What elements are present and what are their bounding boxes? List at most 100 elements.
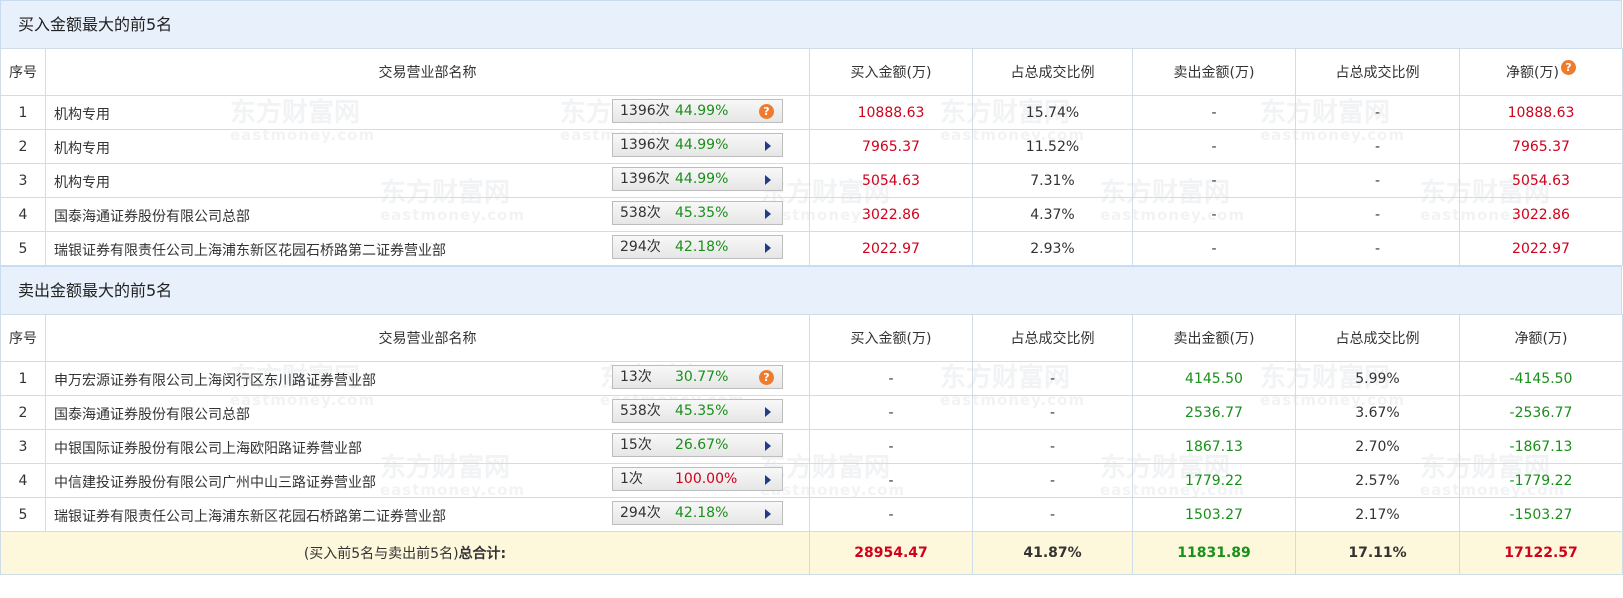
- buy-ratio: 11.52%: [972, 129, 1133, 164]
- sell-header-row: 序号 交易营业部名称 买入金额(万) 占总成交比例 卖出金额(万) 占总成交比例…: [0, 314, 1623, 362]
- broker-stats-box[interactable]: 1次 100.00%: [612, 467, 783, 491]
- broker-name[interactable]: 机构专用: [54, 104, 110, 124]
- arrow-right-icon[interactable]: [765, 441, 771, 451]
- net-amount: -1503.27: [1459, 497, 1623, 532]
- broker-stats-box[interactable]: 1396次 44.99%?: [612, 99, 783, 123]
- net-amount: 10888.63: [1459, 95, 1623, 130]
- broker-name[interactable]: 机构专用: [54, 172, 110, 192]
- table-row: 1 申万宏源证券有限公司上海闵行区东川路证券营业部 13次 30.77%? - -4145…: [0, 361, 1623, 396]
- row-no: 5: [0, 231, 46, 266]
- broker-count: 1396次: [620, 103, 670, 119]
- table-row: 5 瑞银证券有限责任公司上海浦东新区花园石桥路第二证券营业部 294次 42.18% -…: [0, 497, 1623, 532]
- buy-ratio: 7.31%: [972, 163, 1133, 198]
- arrow-right-icon[interactable]: [765, 141, 771, 151]
- buy-ratio: -: [972, 497, 1133, 532]
- total-row: (买入前5名与卖出前5名)总合计: 28954.47 41.87% 11831.…: [0, 531, 1623, 575]
- arrow-right-icon[interactable]: [765, 407, 771, 417]
- table-row: 3 机构专用 1396次 44.99% 5054.63 7.31% - -5054.63: [0, 163, 1623, 198]
- buy-section-title: 买入金额最大的前5名: [0, 0, 1622, 48]
- broker-win-rate: 45.35%: [675, 403, 729, 419]
- broker-cell: 国泰海通证券股份有限公司总部 538次 45.35%: [45, 395, 810, 430]
- buy-ratio: -: [972, 361, 1133, 396]
- broker-win-rate: 44.99%: [675, 103, 729, 119]
- broker-count: 13次: [620, 369, 652, 385]
- table-row: 4 国泰海通证券股份有限公司总部 538次 45.35% 3022.86 4.37% - -3…: [0, 197, 1623, 232]
- header-sell: 卖出金额(万): [1132, 314, 1296, 362]
- net-amount: 7965.37: [1459, 129, 1623, 164]
- broker-count: 15次: [620, 437, 652, 453]
- row-no: 5: [0, 497, 46, 532]
- broker-stats-box[interactable]: 1396次 44.99%: [612, 167, 783, 191]
- header-net: 净额(万)?: [1459, 48, 1623, 96]
- row-no: 2: [0, 129, 46, 164]
- broker-name[interactable]: 国泰海通证券股份有限公司总部: [54, 206, 250, 226]
- net-amount: -1779.22: [1459, 463, 1623, 498]
- sell-amount: 4145.50: [1132, 361, 1296, 396]
- sell-amount: -: [1132, 163, 1296, 198]
- broker-stats-box[interactable]: 294次 42.18%: [612, 235, 783, 259]
- sell-section-title: 卖出金额最大的前5名: [0, 266, 1622, 314]
- arrow-right-icon[interactable]: [765, 175, 771, 185]
- arrow-right-icon[interactable]: [765, 475, 771, 485]
- table-row: 4 中信建投证券股份有限公司广州中山三路证券营业部 1次 100.00% - -1779.…: [0, 463, 1623, 498]
- net-amount: -4145.50: [1459, 361, 1623, 396]
- buy-ratio: 2.93%: [972, 231, 1133, 266]
- total-label: (买入前5名与卖出前5名)总合计:: [0, 531, 810, 575]
- buy-amount: 3022.86: [809, 197, 973, 232]
- buy-amount: 10888.63: [809, 95, 973, 130]
- arrow-right-icon[interactable]: [765, 209, 771, 219]
- broker-win-rate: 42.18%: [675, 239, 729, 255]
- broker-count: 1396次: [620, 137, 670, 153]
- broker-cell: 机构专用 1396次 44.99%: [45, 163, 810, 198]
- broker-name[interactable]: 申万宏源证券有限公司上海闵行区东川路证券营业部: [54, 370, 376, 390]
- net-amount: 3022.86: [1459, 197, 1623, 232]
- buy-amount: 7965.37: [809, 129, 973, 164]
- table-row: 5 瑞银证券有限责任公司上海浦东新区花园石桥路第二证券营业部 294次 42.18% 2…: [0, 231, 1623, 266]
- buy-amount: -: [809, 429, 973, 464]
- broker-name[interactable]: 中银国际证券股份有限公司上海欧阳路证券营业部: [54, 438, 362, 458]
- buy-ratio: -: [972, 429, 1133, 464]
- broker-cell: 中信建投证券股份有限公司广州中山三路证券营业部 1次 100.00%: [45, 463, 810, 498]
- buy-ratio: 15.74%: [972, 95, 1133, 130]
- row-no: 2: [0, 395, 46, 430]
- arrow-right-icon[interactable]: [765, 243, 771, 253]
- net-amount: -1867.13: [1459, 429, 1623, 464]
- buy-amount: 2022.97: [809, 231, 973, 266]
- sell-amount: 2536.77: [1132, 395, 1296, 430]
- broker-stats-box[interactable]: 15次 26.67%: [612, 433, 783, 457]
- sell-amount: 1779.22: [1132, 463, 1296, 498]
- sell-amount: 1867.13: [1132, 429, 1296, 464]
- buy-amount: -: [809, 395, 973, 430]
- sell-ratio: -: [1295, 95, 1460, 130]
- broker-name[interactable]: 瑞银证券有限责任公司上海浦东新区花园石桥路第二证券营业部: [54, 240, 446, 260]
- broker-name[interactable]: 国泰海通证券股份有限公司总部: [54, 404, 250, 424]
- broker-cell: 机构专用 1396次 44.99%?: [45, 95, 810, 130]
- broker-name[interactable]: 机构专用: [54, 138, 110, 158]
- broker-win-rate: 30.77%: [675, 369, 729, 385]
- broker-stats-box[interactable]: 538次 45.35%: [612, 201, 783, 225]
- sell-ratio: -: [1295, 231, 1460, 266]
- broker-cell: 机构专用 1396次 44.99%: [45, 129, 810, 164]
- arrow-right-icon[interactable]: [765, 509, 771, 519]
- broker-name[interactable]: 中信建投证券股份有限公司广州中山三路证券营业部: [54, 472, 376, 492]
- help-icon[interactable]: ?: [759, 370, 774, 385]
- broker-name[interactable]: 瑞银证券有限责任公司上海浦东新区花园石桥路第二证券营业部: [54, 506, 446, 526]
- buy-amount: -: [809, 361, 973, 396]
- header-buy: 买入金额(万): [809, 48, 973, 96]
- sell-ratio: -: [1295, 163, 1460, 198]
- broker-stats-box[interactable]: 1396次 44.99%: [612, 133, 783, 157]
- broker-stats-box[interactable]: 13次 30.77%?: [612, 365, 783, 389]
- header-no: 序号: [0, 48, 46, 96]
- broker-stats-box[interactable]: 294次 42.18%: [612, 501, 783, 525]
- header-buy: 买入金额(万): [809, 314, 973, 362]
- buy-ratio: -: [972, 463, 1133, 498]
- help-icon[interactable]: ?: [759, 104, 774, 119]
- help-icon[interactable]: ?: [1560, 60, 1576, 75]
- total-sell-ratio: 17.11%: [1295, 531, 1460, 575]
- broker-win-rate: 100.00%: [675, 471, 738, 487]
- buy-table-body: 1 机构专用 1396次 44.99%? 10888.63 15.74% - -10888.6…: [0, 95, 1623, 266]
- total-sell: 11831.89: [1132, 531, 1296, 575]
- broker-stats-box[interactable]: 538次 45.35%: [612, 399, 783, 423]
- header-net: 净额(万): [1459, 314, 1623, 362]
- row-no: 3: [0, 429, 46, 464]
